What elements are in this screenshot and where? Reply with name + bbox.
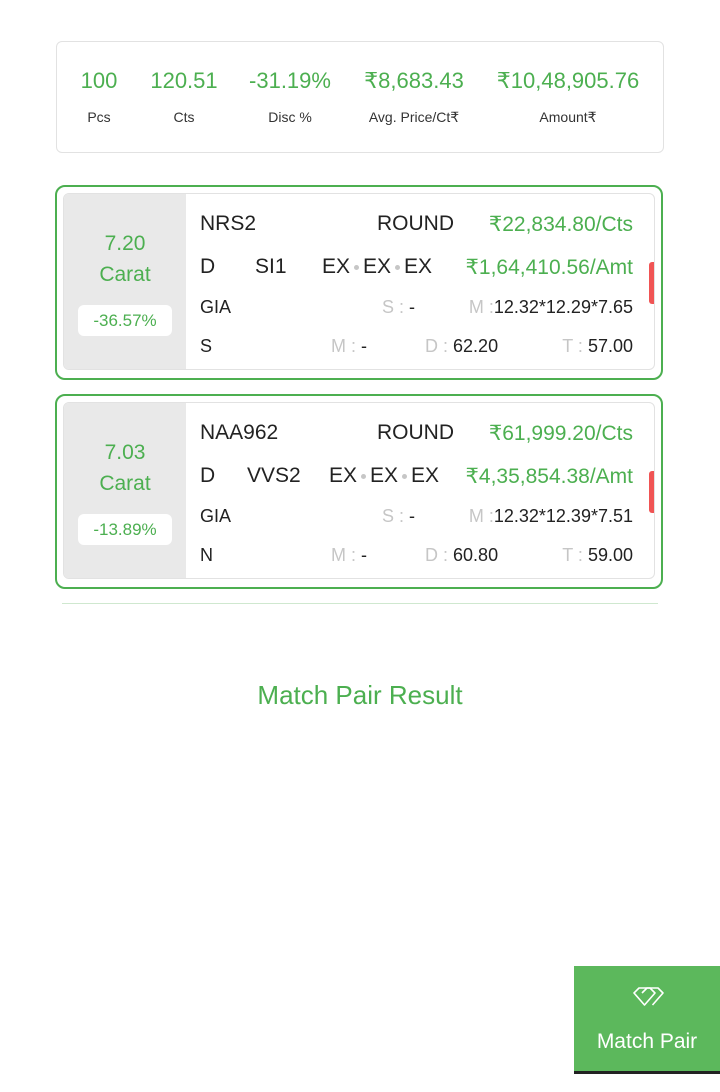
measurements-field: M :12.32*12.39*7.51	[469, 506, 633, 527]
cut-grade: EX	[322, 255, 351, 278]
cts-value: 120.51	[150, 68, 218, 93]
m-label: M :	[468, 506, 494, 526]
s-value: -	[409, 297, 416, 317]
summary-card: 100 Pcs 120.51 Cts -31.19% Disc % ₹8,683…	[56, 41, 664, 153]
stone-card[interactable]: 7.20 Carat -36.57% NRS2 ROUND ₹22,834.80…	[55, 185, 663, 380]
symmetry-grade: EX	[404, 255, 433, 278]
depth-field: D : 62.20	[425, 336, 498, 357]
carat-panel: 7.20 Carat -36.57%	[64, 194, 186, 369]
pcs-label: Pcs	[87, 109, 111, 125]
m2-value: -	[361, 336, 368, 356]
carat-panel: 7.03 Carat -13.89%	[64, 403, 186, 578]
disc-value: -31.19%	[249, 68, 331, 93]
depth-field: D : 60.80	[425, 545, 498, 566]
amount: ₹4,35,854.38/Amt	[465, 465, 633, 488]
depth: 60.80	[453, 545, 499, 565]
measurements: 12.32*12.39*7.51	[493, 506, 633, 526]
lab: GIA	[200, 297, 232, 317]
d-label: D :	[425, 545, 449, 565]
list-divider	[62, 603, 658, 604]
table-pct: 59.00	[587, 545, 633, 565]
stone-id: NAA962	[200, 421, 279, 444]
cts-label: Cts	[173, 109, 195, 125]
table-field: T : 59.00	[562, 545, 633, 566]
avg-price-value: ₹8,683.43	[364, 68, 464, 93]
measurements: 12.32*12.29*7.65	[493, 297, 633, 317]
t-label: T :	[562, 545, 583, 565]
pcs-value: 100	[80, 68, 118, 93]
diamond-pair-icon	[633, 987, 664, 1006]
m2-label: M :	[331, 336, 356, 356]
fluorescence: S	[200, 336, 213, 356]
cut-grade: EX	[329, 464, 358, 487]
match-pair-result-title: Match Pair Result	[257, 680, 463, 710]
color-grade: D	[200, 464, 216, 487]
polish-grade: EX	[370, 464, 399, 487]
stone-card-inner: 7.03 Carat -13.89% NAA962 ROUND ₹61,999.…	[63, 402, 655, 579]
stone-card[interactable]: 7.03 Carat -13.89% NAA962 ROUND ₹61,999.…	[55, 394, 663, 589]
match-pair-label: Match Pair	[596, 1030, 698, 1053]
d-label: D :	[425, 336, 449, 356]
match-pair-button[interactable]: Match Pair	[574, 966, 720, 1074]
m2-label: M :	[331, 545, 356, 565]
separator-dot	[395, 264, 401, 270]
table-pct: 57.00	[587, 336, 633, 356]
m2-value: -	[361, 545, 368, 565]
separator-dot	[354, 264, 360, 270]
depth: 62.20	[453, 336, 499, 356]
lab: GIA	[200, 506, 232, 526]
amount-value: ₹10,48,905.76	[496, 68, 640, 93]
s-value: -	[409, 506, 416, 526]
stone-card-inner: 7.20 Carat -36.57% NRS2 ROUND ₹22,834.80…	[63, 193, 655, 370]
carat-unit: Carat	[99, 263, 151, 286]
clarity-grade: VVS2	[247, 464, 301, 487]
s-label: S :	[382, 297, 405, 317]
shape: ROUND	[377, 212, 454, 235]
carat-value: 7.03	[104, 441, 146, 464]
measurements-field: M :12.32*12.29*7.65	[469, 297, 633, 318]
separator-dot	[402, 473, 408, 479]
price-per-ct: ₹22,834.80/Cts	[488, 213, 633, 236]
disc-label: Disc %	[268, 109, 312, 125]
m-label: M :	[468, 297, 494, 317]
discount-badge: -13.89%	[78, 514, 172, 545]
price-per-ct: ₹61,999.20/Cts	[488, 422, 633, 445]
stone-id: NRS2	[200, 212, 257, 235]
s-field: S : -	[382, 297, 415, 318]
t-label: T :	[562, 336, 583, 356]
cut-polish-symmetry: EX EX EX	[329, 464, 439, 488]
m2-field: M : -	[331, 545, 367, 566]
polish-grade: EX	[363, 255, 392, 278]
cut-polish-symmetry: EX EX EX	[322, 255, 432, 279]
table-field: T : 57.00	[562, 336, 633, 357]
separator-dot	[361, 473, 367, 479]
clarity-grade: SI1	[255, 255, 287, 278]
s-label: S :	[382, 506, 405, 526]
s-field: S : -	[382, 506, 415, 527]
amount: ₹1,64,410.56/Amt	[465, 256, 633, 279]
fluorescence: N	[200, 545, 213, 565]
symmetry-grade: EX	[411, 464, 440, 487]
status-indicator	[649, 471, 654, 513]
carat-value: 7.20	[104, 232, 146, 255]
color-grade: D	[200, 255, 216, 278]
shape: ROUND	[377, 421, 454, 444]
avg-price-label: Avg. Price/Ct₹	[368, 109, 460, 125]
carat-unit: Carat	[99, 472, 151, 495]
amount-label: Amount₹	[539, 109, 597, 125]
discount-badge: -36.57%	[78, 305, 172, 336]
status-indicator	[649, 262, 654, 304]
m2-field: M : -	[331, 336, 367, 357]
